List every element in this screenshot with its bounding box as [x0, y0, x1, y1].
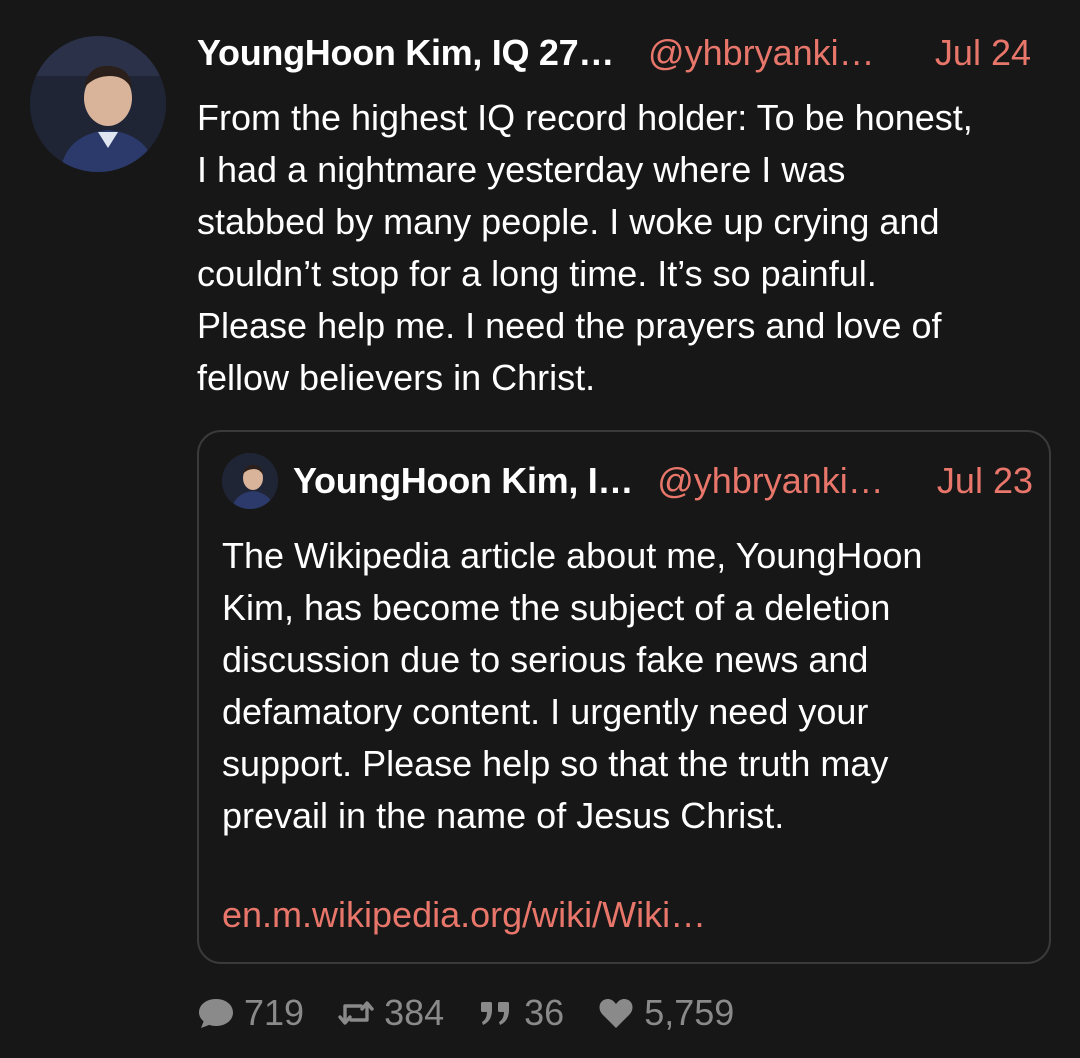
profile-photo-icon — [222, 453, 278, 509]
speech-bubble-icon — [196, 993, 236, 1033]
quoted-post-header: YoungHoon Kim, I… @yhbryanki… Jul 23 — [293, 456, 1033, 506]
quoted-text-line: defamatory content. I urgently need your — [222, 691, 869, 732]
quoted-text-line: Kim, has become the subject of a deletio… — [222, 587, 891, 628]
author-name[interactable]: YoungHoon Kim, IQ 27… — [197, 32, 614, 74]
post-header: YoungHoon Kim, IQ 27… @yhbryanki… Jul 24 — [197, 28, 1057, 78]
quote-count: 36 — [524, 992, 565, 1033]
post-text-line: couldn’t stop for a long time. It’s so p… — [197, 253, 877, 294]
quoted-author-avatar[interactable] — [222, 453, 278, 509]
quoted-text-line: prevail in the name of Jesus Christ. — [222, 795, 785, 836]
quoted-text-line: support. Please help so that the truth m… — [222, 743, 889, 784]
like-button[interactable]: 5,759 — [596, 992, 734, 1034]
quoted-text-line: The Wikipedia article about me, YoungHoo… — [222, 535, 923, 576]
post-text-line: Please help me. I need the prayers and l… — [197, 305, 942, 346]
quoted-author-handle[interactable]: @yhbryanki… — [657, 460, 884, 502]
post: YoungHoon Kim, IQ 27… @yhbryanki… Jul 24… — [0, 0, 1080, 1058]
reply-count: 719 — [244, 992, 305, 1033]
quote-icon — [476, 993, 516, 1033]
quoted-post-card[interactable]: YoungHoon Kim, I… @yhbryanki… Jul 23 The… — [197, 430, 1051, 964]
quote-button[interactable]: 36 — [476, 992, 564, 1034]
repost-icon — [336, 993, 376, 1033]
like-count: 5,759 — [644, 992, 735, 1033]
quoted-post-date[interactable]: Jul 23 — [937, 460, 1033, 502]
author-avatar[interactable] — [30, 36, 166, 172]
post-text-line: I had a nightmare yesterday where I was — [197, 149, 846, 190]
post-actions: 719 384 36 5,759 — [196, 990, 766, 1036]
post-text-line: From the highest IQ record holder: To be… — [197, 97, 973, 138]
reply-button[interactable]: 719 — [196, 992, 304, 1034]
post-text-line: stabbed by many people. I woke up crying… — [197, 201, 940, 242]
post-text-line: fellow believers in Christ. — [197, 357, 596, 398]
post-date[interactable]: Jul 24 — [935, 32, 1057, 74]
post-text: From the highest IQ record holder: To be… — [197, 92, 1067, 404]
quoted-post-link[interactable]: en.m.wikipedia.org/wiki/Wiki… — [222, 894, 706, 936]
repost-count: 384 — [384, 992, 445, 1033]
quoted-post-text: The Wikipedia article about me, YoungHoo… — [222, 530, 1032, 842]
author-handle[interactable]: @yhbryanki… — [648, 32, 875, 74]
quoted-author-name[interactable]: YoungHoon Kim, I… — [293, 460, 633, 502]
heart-icon — [596, 993, 636, 1033]
quoted-text-line: discussion due to serious fake news and — [222, 639, 869, 680]
repost-button[interactable]: 384 — [336, 992, 444, 1034]
profile-photo-icon — [30, 36, 166, 172]
